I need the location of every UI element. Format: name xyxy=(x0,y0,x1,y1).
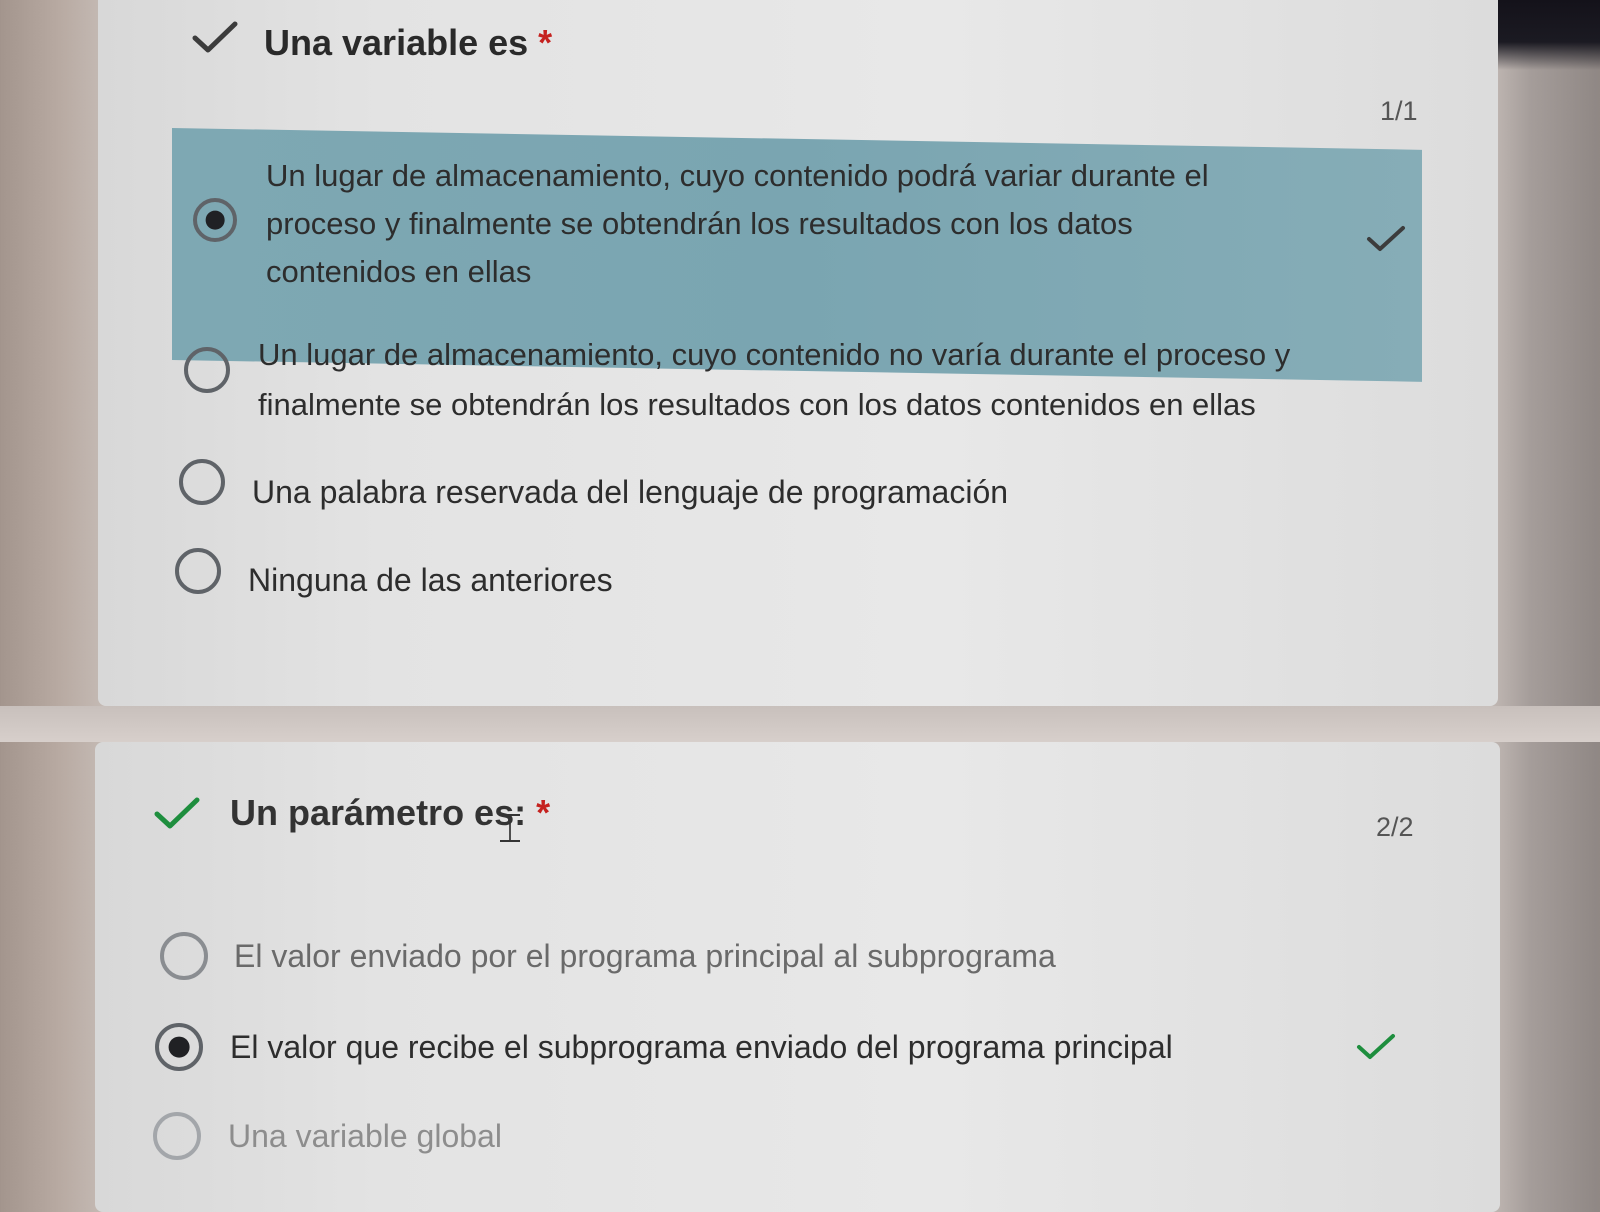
q1-option-1-radio[interactable] xyxy=(193,198,237,242)
q1-option-2-radio[interactable] xyxy=(184,347,230,393)
q1-option-3-label[interactable]: Una palabra reservada del lenguaje de pr… xyxy=(252,468,1008,516)
q1-option-1-line2: proceso y finalmente se obtendrán los re… xyxy=(266,206,1133,241)
q2-option-3-radio[interactable] xyxy=(153,1112,201,1160)
q1-option-2-line1: Un lugar de almacenamiento, cuyo conteni… xyxy=(258,337,1291,372)
question-1-title-text: Una variable es xyxy=(264,22,529,63)
i-beam-cursor-icon: ⌶ xyxy=(498,806,522,852)
question-1-score: 1/1 xyxy=(1380,96,1418,126)
q2-correct-checkmark-icon xyxy=(1357,1034,1395,1059)
q1-option-1-line3: contenidos en ellas xyxy=(266,254,532,289)
q2-option-1-label[interactable]: El valor enviado por el programa princip… xyxy=(234,932,1056,980)
required-asterisk: * xyxy=(536,792,551,833)
q2-option-3-label[interactable]: Una variable global xyxy=(228,1112,502,1160)
question-1-title: Una variable es * xyxy=(264,22,552,64)
question-2-title-text: Un parámetro es: xyxy=(230,792,527,833)
q2-option-1-radio[interactable] xyxy=(160,932,208,980)
q2-option-2-radio[interactable] xyxy=(155,1023,203,1071)
q2-option-2-label[interactable]: El valor que recibe el subprograma envia… xyxy=(230,1023,1173,1071)
q1-option-2-line2: finalmente se obtendrán los resultados c… xyxy=(258,387,1256,422)
question-2-score: 2/2 xyxy=(1376,812,1414,842)
q1-option-1-label[interactable]: Un lugar de almacenamiento, cuyo conteni… xyxy=(266,152,1209,296)
question-2-status-checkmark-icon xyxy=(154,797,200,829)
q1-option-2-label[interactable]: Un lugar de almacenamiento, cuyo conteni… xyxy=(258,330,1290,430)
q1-option-1-line1: Un lugar de almacenamiento, cuyo conteni… xyxy=(266,158,1209,193)
card-separator xyxy=(0,706,1600,742)
q1-option-4-label[interactable]: Ninguna de las anteriores xyxy=(248,556,613,604)
q1-correct-checkmark-icon xyxy=(1367,226,1405,251)
q1-option-4-radio[interactable] xyxy=(175,548,221,594)
required-asterisk: * xyxy=(538,22,553,63)
question-1-status-checkmark-icon xyxy=(192,21,238,53)
q1-option-3-radio[interactable] xyxy=(179,459,225,505)
